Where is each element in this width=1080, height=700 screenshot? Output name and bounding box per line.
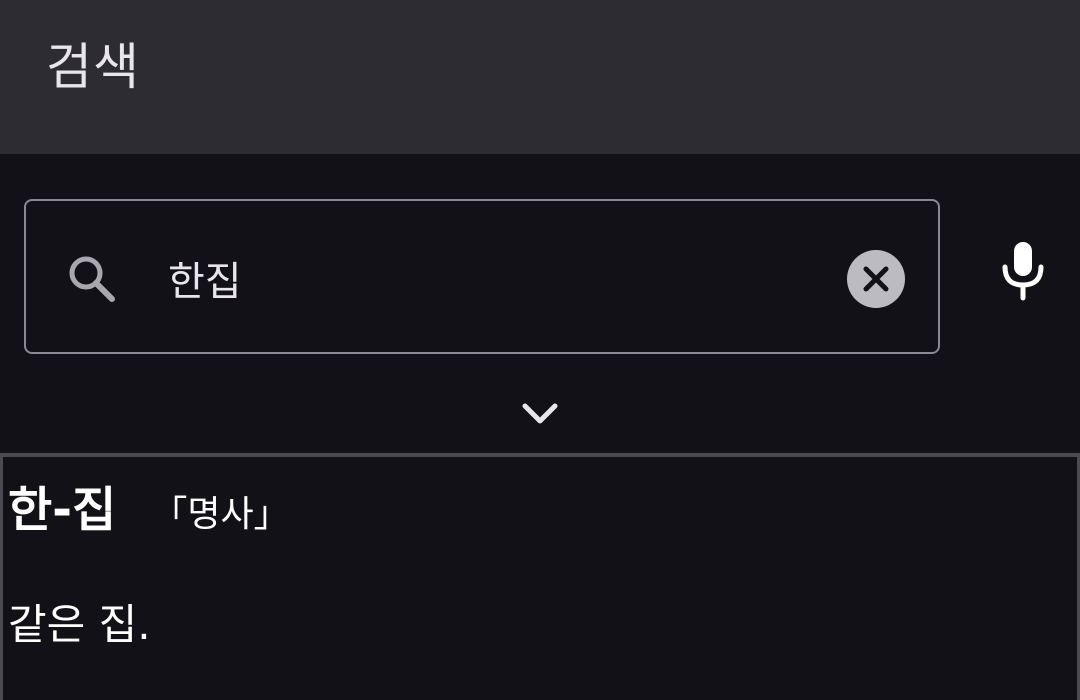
dictionary-result-card[interactable]: 한-집 「명사」 같은 집.: [0, 453, 1080, 700]
chevron-down-icon: [514, 403, 566, 439]
app-bar: 검색: [0, 0, 1080, 154]
clear-search-button[interactable]: [847, 250, 905, 308]
app-screen: 검색 한집 한-집 「명사」 같은 집.: [0, 0, 1080, 700]
definition: 같은 집.: [8, 600, 151, 649]
expand-options-button[interactable]: [514, 392, 566, 436]
search-input[interactable]: [168, 246, 808, 310]
page-title: 검색: [46, 38, 140, 96]
headword-line: 한-집 「명사」: [8, 477, 290, 548]
close-icon: [847, 250, 905, 308]
search-icon: [64, 252, 118, 306]
voice-search-button[interactable]: [994, 240, 1052, 302]
part-of-speech: 「명사」: [151, 494, 290, 535]
microphone-icon: [994, 242, 1052, 305]
headword: 한-집: [8, 482, 117, 538]
